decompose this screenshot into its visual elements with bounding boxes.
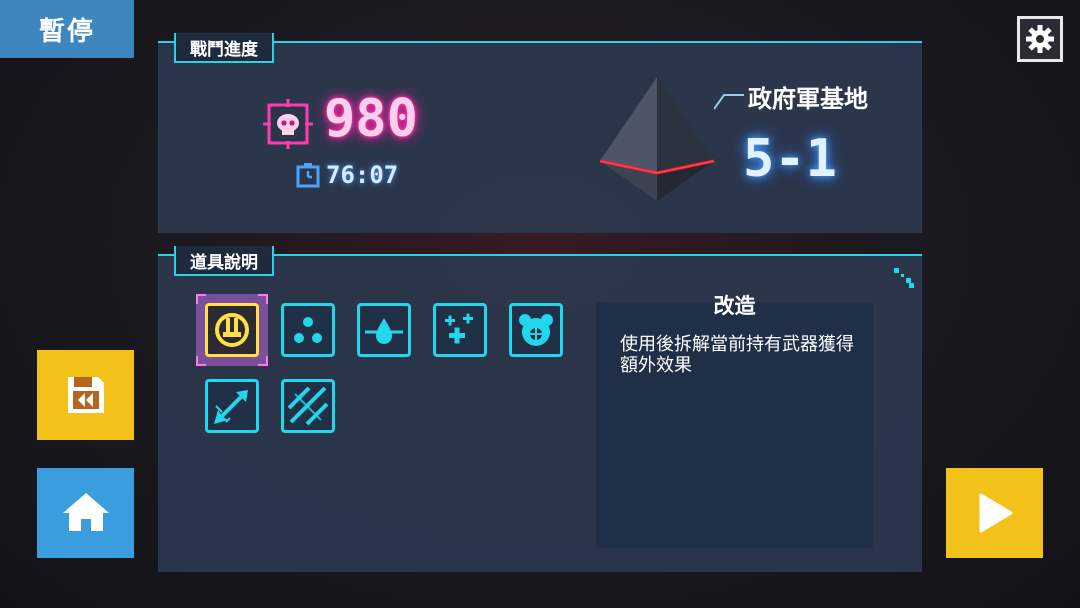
stage-divider-line xyxy=(714,94,744,110)
selection-corner xyxy=(196,294,206,304)
item-slot-arrow[interactable] xyxy=(205,379,259,433)
save-rewind-button[interactable] xyxy=(37,350,134,440)
slash-pattern-icon xyxy=(287,386,329,426)
gear-tool-icon xyxy=(215,313,249,347)
stopwatch-icon xyxy=(296,163,320,188)
bear-target-icon xyxy=(519,314,553,346)
floppy-rewind-icon xyxy=(67,377,104,413)
selection-corner xyxy=(258,356,268,366)
home-button[interactable] xyxy=(37,468,134,558)
stage-name: 政府軍基地 xyxy=(748,85,868,113)
item-slot-bear[interactable] xyxy=(509,303,563,357)
battle-progress-panel: 戰鬥進度 980 76:07 政府軍基地 5-1 xyxy=(158,33,922,233)
corner-bracket-icon xyxy=(894,268,914,288)
item-slot-slash[interactable] xyxy=(281,379,335,433)
crosses-icon xyxy=(445,313,473,344)
resume-button[interactable] xyxy=(946,468,1043,558)
stage-crystal-icon xyxy=(599,77,715,201)
item-description-title: 改造 xyxy=(713,294,756,318)
skull-target-icon xyxy=(263,99,313,149)
gear-icon xyxy=(1026,25,1054,53)
selection-corner xyxy=(196,356,206,366)
home-icon xyxy=(62,493,109,531)
kill-count: 980 xyxy=(324,89,418,149)
play-icon xyxy=(979,493,1012,533)
arrow-burst-icon xyxy=(214,390,248,424)
item-slot-modify[interactable] xyxy=(196,294,268,366)
settings-button[interactable] xyxy=(1017,16,1063,62)
pause-title: 暫停 xyxy=(0,0,134,58)
elapsed-time: 76:07 xyxy=(326,161,399,189)
item-slot-crosses[interactable] xyxy=(433,303,487,357)
item-slot-dots[interactable] xyxy=(281,303,335,357)
dots-icon xyxy=(294,317,322,343)
stage-number: 5-1 xyxy=(743,129,837,189)
item-info-tab: 道具說明 xyxy=(174,246,274,276)
droplet-icon xyxy=(365,318,403,344)
item-slot-droplet[interactable] xyxy=(357,303,411,357)
item-info-panel: 道具說明 改造 使用後拆解當前持有武器獲得額外效果 xyxy=(158,246,922,572)
item-description-text: 使用後拆解當前持有武器獲得額外效果 xyxy=(620,334,854,376)
selected-item-frame xyxy=(205,303,259,357)
battle-progress-tab: 戰鬥進度 xyxy=(174,33,274,63)
selection-corner xyxy=(258,294,268,304)
